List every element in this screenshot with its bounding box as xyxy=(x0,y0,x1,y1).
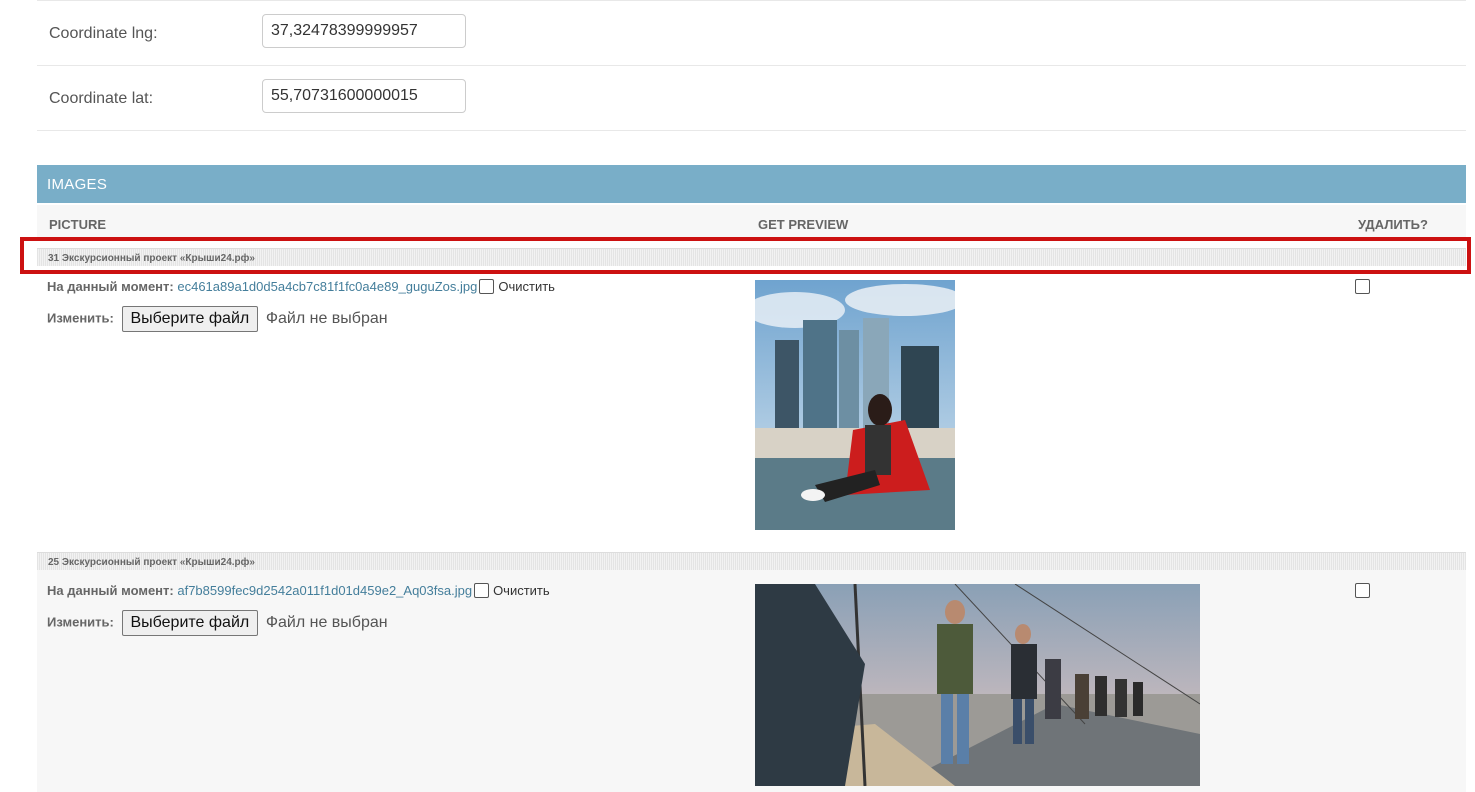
preview-photo-rooftop-group xyxy=(755,584,1200,786)
coordinate-lat-row: Coordinate lat: xyxy=(37,66,1466,131)
coordinate-lng-label: Coordinate lng: xyxy=(49,25,158,42)
preview-image xyxy=(755,280,955,530)
current-file-label: На данный момент: xyxy=(47,583,174,598)
image-inline-item: 25 Экскурсионный проект «Крыши24.рф» На … xyxy=(37,552,1466,792)
current-file-row: На данный момент: af7b8599fec9d2542a011f… xyxy=(47,583,550,598)
column-get-preview: GET PREVIEW xyxy=(758,217,849,232)
coordinate-lat-input[interactable] xyxy=(262,79,466,113)
preview-photo-skyscrapers xyxy=(755,280,955,530)
preview-image xyxy=(755,584,1200,786)
clear-label: Очистить xyxy=(498,279,555,294)
choose-file-button[interactable]: Выберите файл xyxy=(121,306,259,332)
no-file-text: Файл не выбран xyxy=(265,310,388,327)
delete-checkbox[interactable] xyxy=(1355,583,1370,598)
change-file-row: Изменить: Выберите файл Файл не выбран xyxy=(47,610,388,636)
coordinate-lng-row: Coordinate lng: xyxy=(37,0,1466,66)
change-file-row: Изменить: Выберите файл Файл не выбран xyxy=(47,306,388,332)
change-form: Coordinate lng: Coordinate lat: IMAGES P… xyxy=(37,0,1466,792)
image-inline-item: 31 Экскурсионный проект «Крыши24.рф» На … xyxy=(37,248,1466,546)
delete-checkbox[interactable] xyxy=(1355,279,1370,294)
choose-file-button[interactable]: Выберите файл xyxy=(121,610,259,636)
change-file-label: Изменить: xyxy=(47,310,114,326)
coordinate-lng-input[interactable] xyxy=(262,14,466,48)
change-file-label: Изменить: xyxy=(47,614,114,630)
clear-label: Очистить xyxy=(493,583,550,598)
clear-checkbox[interactable] xyxy=(479,279,495,294)
inline-item-title: 31 Экскурсионный проект «Крыши24.рф» xyxy=(37,248,1466,266)
no-file-text: Файл не выбран xyxy=(265,614,388,631)
current-file-link[interactable]: ec461a89a1d0d5a4cb7c81f1fc0a4e89_guguZos… xyxy=(177,279,477,294)
current-file-row: На данный момент: ec461a89a1d0d5a4cb7c81… xyxy=(47,279,555,294)
images-column-headers: PICTURE GET PREVIEW УДАЛИТЬ? xyxy=(37,205,1466,241)
current-file-label: На данный момент: xyxy=(47,279,174,294)
coordinate-lat-label: Coordinate lat: xyxy=(49,90,154,107)
inline-item-title: 25 Экскурсионный проект «Крыши24.рф» xyxy=(37,552,1466,570)
images-inline-header: IMAGES xyxy=(37,165,1466,203)
current-file-link[interactable]: af7b8599fec9d2542a011f1d01d459e2_Aq03fsa… xyxy=(177,583,472,598)
clear-checkbox[interactable] xyxy=(474,583,490,598)
column-picture: PICTURE xyxy=(49,217,107,232)
column-delete: УДАЛИТЬ? xyxy=(1358,217,1428,232)
